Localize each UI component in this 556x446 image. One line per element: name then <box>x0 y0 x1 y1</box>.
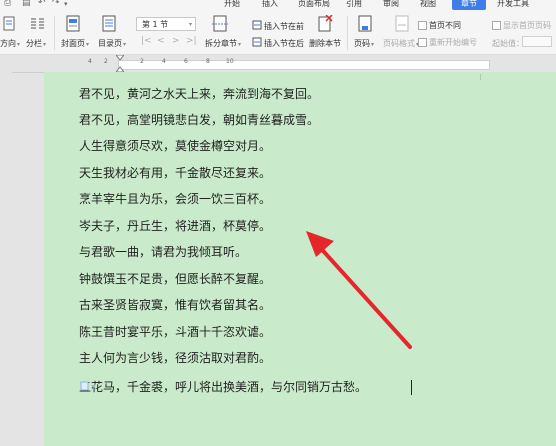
tab-references[interactable]: 引用 <box>346 0 362 10</box>
ribbon-divider <box>347 16 348 50</box>
first-section-icon[interactable]: |< <box>141 36 152 46</box>
direction-button[interactable]: 方向▾ <box>0 38 20 49</box>
toc-button[interactable]: 目录页▾ <box>98 38 126 49</box>
tab-insert[interactable]: 插入 <box>262 0 278 10</box>
split-chapter-icon <box>212 15 228 32</box>
insert-section-before-icon <box>252 20 262 30</box>
page-number-format-label: 页码格式 <box>383 39 415 48</box>
restart-numbering-checkbox[interactable] <box>418 38 427 47</box>
print-icon[interactable]: ⎙ <box>4 0 11 8</box>
chevron-down-icon: ▾ <box>43 41 47 48</box>
previous-section-icon[interactable]: < <box>157 36 165 46</box>
quick-access-dropdown-icon[interactable]: ▾ <box>64 0 68 8</box>
toc-label: 目录页 <box>98 39 122 48</box>
poem-line[interactable]: 陈王昔时宴平乐，斗酒十千恣欢谑。 <box>79 323 271 340</box>
start-at-input[interactable] <box>522 36 552 47</box>
menu-bar: ⎙ ▤ ↶ ↷ ▾ 开始 插入 页面布局 引用 审阅 视图 章节 开发工具 <box>0 0 556 10</box>
show-first-page-number-label: 显示首页页码 <box>503 21 551 30</box>
vertical-ruler <box>0 72 12 446</box>
columns-icon <box>31 18 44 29</box>
poem-line[interactable]: 天生我材必有用，千金散尽还复来。 <box>79 164 271 181</box>
poem-line[interactable]: 与君歌一曲，请君为我倾耳听。 <box>79 243 247 260</box>
chevron-down-icon: ▾ <box>86 41 90 48</box>
tab-developer[interactable]: 开发工具 <box>497 0 529 10</box>
page-number-button[interactable]: 页码▾ <box>354 38 374 49</box>
cover-page-button[interactable]: 封面页▾ <box>61 38 89 49</box>
poem-line[interactable]: 五花马，千金裘，呼儿将出换美酒，与尔同销万古愁。 <box>79 378 367 395</box>
tab-home[interactable]: 开始 <box>224 0 240 10</box>
split-chapter-button[interactable]: 拆分章节▾ <box>205 38 241 49</box>
tab-page-layout[interactable]: 页面布局 <box>298 0 330 10</box>
paragraph-layout-icon[interactable] <box>80 381 98 391</box>
ruler-tick: 10 <box>226 58 234 65</box>
chevron-down-icon: ▾ <box>238 41 242 48</box>
cover-page-icon <box>66 15 80 32</box>
orientation-icon <box>3 16 15 31</box>
ruler-tick: 8 <box>206 58 210 65</box>
page-number-format-icon <box>395 15 409 32</box>
poem-line[interactable]: 岑夫子，丹丘生，将进酒，杯莫停。 <box>79 217 271 234</box>
next-section-icon[interactable]: > <box>172 36 180 46</box>
page-number-icon <box>358 15 372 32</box>
ruler-text-area <box>118 60 490 70</box>
insert-section-before-button[interactable]: 插入节在前 <box>264 21 304 32</box>
poem-line[interactable]: 君不见，黄河之水天上来，奔流到海不复回。 <box>79 85 319 102</box>
start-at-label: 起始值： <box>492 39 524 48</box>
margin-corner-mark <box>480 74 481 80</box>
margin-corner-mark <box>110 74 116 80</box>
ruler-tick: 6 <box>184 58 188 65</box>
insert-section-after-icon <box>252 37 262 47</box>
columns-label: 分栏 <box>26 39 42 48</box>
annotation-arrow <box>306 231 412 349</box>
delete-section-button[interactable]: 删除本节 <box>309 38 341 49</box>
ribbon-divider <box>54 16 55 50</box>
columns-button[interactable]: 分栏▾ <box>26 38 46 49</box>
page-number-format-button[interactable]: 页码格式▾ <box>383 38 419 49</box>
indent-marker-icon[interactable] <box>116 55 124 72</box>
poem-line[interactable]: 烹羊宰牛且为乐，会须一饮三百杯。 <box>79 190 271 207</box>
poem-line[interactable]: 君不见，高堂明镜悲白发，朝如青丝暮成雪。 <box>79 111 319 128</box>
delete-section-icon <box>318 15 333 32</box>
show-first-page-number-checkbox[interactable] <box>492 21 501 30</box>
poem-line[interactable]: 钟鼓馔玉不足贵，但愿长醉不复醒。 <box>79 270 271 287</box>
tab-review[interactable]: 审阅 <box>383 0 399 10</box>
tab-view[interactable]: 视图 <box>420 0 436 10</box>
ruler-tick: 4 <box>88 58 92 65</box>
chevron-down-icon: ▾ <box>17 41 21 48</box>
chevron-down-icon: ▾ <box>371 41 375 48</box>
ruler-tick: 2 <box>140 58 144 65</box>
chevron-down-icon: ▾ <box>123 41 127 48</box>
section-select-value: 第 1 节 <box>142 20 169 29</box>
text-cursor <box>411 380 412 395</box>
table-of-contents-icon <box>102 15 116 32</box>
poem-line[interactable]: 主人何为言少钱，径须沽取对君酌。 <box>79 349 271 366</box>
ruler-tick: 2 <box>104 58 108 65</box>
poem-line[interactable]: 人生得意须尽欢，莫使金樽空对月。 <box>79 137 271 154</box>
direction-label: 方向 <box>0 39 16 48</box>
ruler-tick: 4 <box>162 58 166 65</box>
restart-numbering-label: 重新开始编号 <box>429 38 477 47</box>
first-page-different-label: 首页不同 <box>429 21 461 30</box>
first-page-different-checkbox[interactable] <box>418 21 427 30</box>
ribbon-toolbar: 方向▾ 分栏▾ 封面页▾ 目录页▾ 第 1 节 ▾ |< < > >| 拆分章节▾… <box>0 10 556 55</box>
section-select[interactable]: 第 1 节 ▾ <box>136 17 196 31</box>
preview-icon[interactable]: ▤ <box>22 0 31 8</box>
poem-line[interactable]: 古来圣贤皆寂寞，惟有饮者留其名。 <box>79 296 271 313</box>
redo-icon[interactable]: ↷ <box>52 0 60 8</box>
insert-section-after-button[interactable]: 插入节在后 <box>264 38 304 49</box>
last-section-icon[interactable]: >| <box>186 36 197 46</box>
page-number-label: 页码 <box>354 39 370 48</box>
undo-icon[interactable]: ↶ <box>38 0 46 8</box>
horizontal-ruler[interactable]: 4 2 2 4 6 8 10 <box>0 55 556 73</box>
chevron-down-icon: ▾ <box>188 21 192 28</box>
split-chapter-label: 拆分章节 <box>205 39 237 48</box>
cover-page-label: 封面页 <box>61 39 85 48</box>
tab-chapter[interactable]: 章节 <box>452 0 486 10</box>
